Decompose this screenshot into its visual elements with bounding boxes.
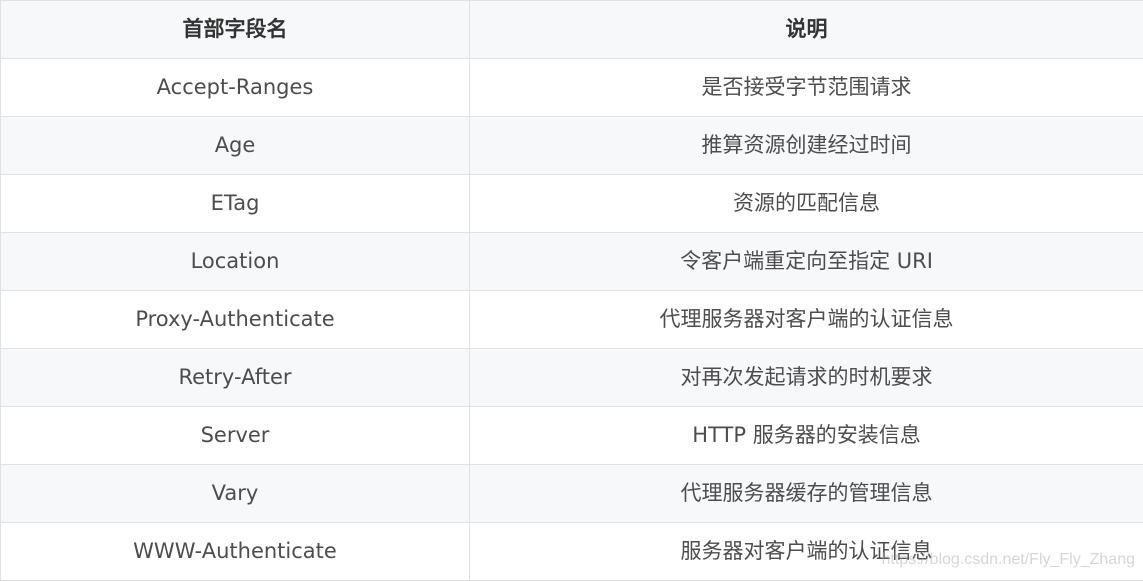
table-header-row: 首部字段名 说明 (1, 1, 1143, 59)
table-row: Retry-After 对再次发起请求的时机要求 (1, 349, 1143, 407)
description-cell: HTTP 服务器的安装信息 (470, 407, 1143, 465)
table-row: Location 令客户端重定向至指定 URI (1, 233, 1143, 291)
field-name-cell: Proxy-Authenticate (1, 291, 470, 349)
description-cell: 是否接受字节范围请求 (470, 59, 1143, 117)
table-row: Accept-Ranges 是否接受字节范围请求 (1, 59, 1143, 117)
field-name-cell: WWW-Authenticate (1, 523, 470, 581)
field-name-cell: Server (1, 407, 470, 465)
description-cell: 代理服务器缓存的管理信息 (470, 465, 1143, 523)
description-cell: 资源的匹配信息 (470, 175, 1143, 233)
table-row: Age 推算资源创建经过时间 (1, 117, 1143, 175)
table-row: WWW-Authenticate 服务器对客户端的认证信息 (1, 523, 1143, 581)
field-name-cell: ETag (1, 175, 470, 233)
table-row: ETag 资源的匹配信息 (1, 175, 1143, 233)
description-cell: 对再次发起请求的时机要求 (470, 349, 1143, 407)
field-name-cell: Retry-After (1, 349, 470, 407)
description-cell: 服务器对客户端的认证信息 (470, 523, 1143, 581)
header-field-name: 首部字段名 (1, 1, 470, 59)
table-row: Vary 代理服务器缓存的管理信息 (1, 465, 1143, 523)
field-name-cell: Accept-Ranges (1, 59, 470, 117)
response-header-table: 首部字段名 说明 Accept-Ranges 是否接受字节范围请求 Age 推算… (0, 0, 1143, 581)
description-cell: 推算资源创建经过时间 (470, 117, 1143, 175)
response-header-table-container: 首部字段名 说明 Accept-Ranges 是否接受字节范围请求 Age 推算… (0, 0, 1143, 577)
field-name-cell: Location (1, 233, 470, 291)
field-name-cell: Vary (1, 465, 470, 523)
table-row: Proxy-Authenticate 代理服务器对客户端的认证信息 (1, 291, 1143, 349)
description-cell: 令客户端重定向至指定 URI (470, 233, 1143, 291)
header-description: 说明 (470, 1, 1143, 59)
table-row: Server HTTP 服务器的安装信息 (1, 407, 1143, 465)
field-name-cell: Age (1, 117, 470, 175)
description-cell: 代理服务器对客户端的认证信息 (470, 291, 1143, 349)
